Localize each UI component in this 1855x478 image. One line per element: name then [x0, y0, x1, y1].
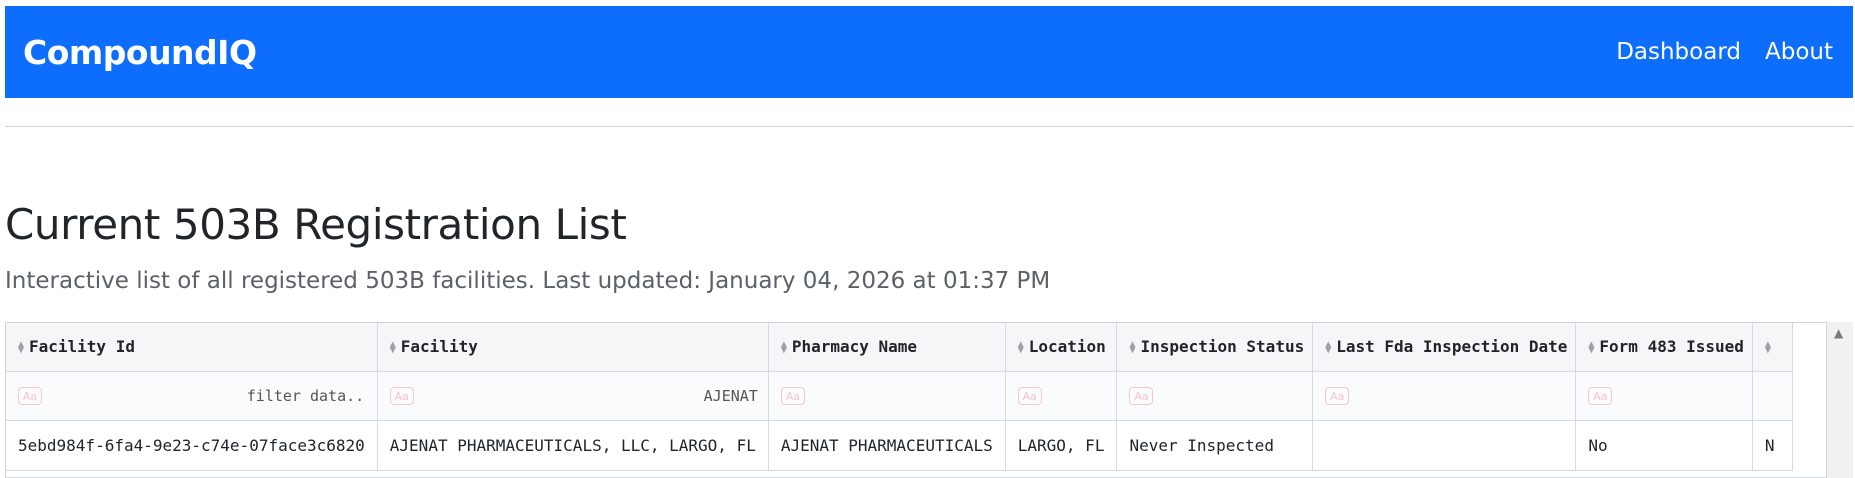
filter-cell-truncated — [1752, 371, 1793, 421]
sort-arrows-icon[interactable]: ▲ ▼ — [1588, 339, 1597, 355]
match-case-icon[interactable]: Aa — [1017, 386, 1042, 405]
navbar: CompoundIQ Dashboard About — [5, 6, 1853, 98]
header-row: ▲ ▼ Facility Id ▲ ▼ Facility ▲ ▼ Pharmacy Name… — [6, 323, 1793, 372]
match-case-icon[interactable]: Aa — [780, 386, 805, 405]
filter-cell-location: Aa — [1005, 371, 1118, 421]
sort-arrows-icon[interactable]: ▲ ▼ — [18, 339, 27, 355]
filter-cell-facility: Aa — [377, 371, 769, 421]
sort-arrows-icon[interactable]: ▲ ▼ — [1129, 339, 1138, 355]
cell-last-fda-inspection-date — [1312, 420, 1577, 471]
cell-pharmacy-name: AJENAT PHARMACEUTICALS — [768, 420, 1006, 471]
match-case-icon[interactable]: Aa — [18, 386, 42, 405]
registration-table-container: ▲ ▼ Facility Id ▲ ▼ Facility ▲ ▼ Pharmacy Name… — [5, 322, 1827, 478]
vertical-scrollbar[interactable]: ▲ — [1827, 322, 1853, 478]
page-title: Current 503B Registration List — [5, 200, 627, 249]
column-header-last-fda-inspection-date[interactable]: ▲ ▼ Last Fda Inspection Date — [1312, 323, 1577, 372]
filter-cell-pharmacy-name: Aa — [768, 371, 1006, 421]
match-case-icon[interactable]: Aa — [1588, 386, 1613, 405]
page-subtitle: Interactive list of all registered 503B … — [5, 268, 1051, 294]
match-case-icon[interactable]: Aa — [1325, 386, 1350, 405]
match-case-icon[interactable]: Aa — [389, 386, 414, 405]
divider — [5, 126, 1853, 127]
filter-cell-last-fda-inspection-date: Aa — [1312, 371, 1577, 421]
filter-cell-inspection-status: Aa — [1116, 371, 1314, 421]
column-header-pharmacy-name[interactable]: ▲ ▼ Pharmacy Name — [768, 323, 1006, 372]
cell-location: LARGO, FL — [1005, 420, 1118, 471]
cell-truncated: N — [1752, 420, 1793, 471]
column-header-form-483-issued[interactable]: ▲ ▼ Form 483 Issued — [1575, 323, 1753, 372]
filter-input-facility-id[interactable] — [246, 386, 367, 405]
scroll-up-arrow-icon[interactable]: ▲ — [1834, 326, 1843, 340]
filter-cell-facility-id: Aa — [6, 371, 378, 421]
nav-link-about[interactable]: About — [1765, 39, 1833, 65]
column-header-truncated[interactable]: ▲ ▼ — [1752, 323, 1793, 372]
sort-arrows-icon[interactable]: ▲ ▼ — [781, 339, 790, 355]
filter-input-facility[interactable] — [637, 386, 758, 405]
column-header-location[interactable]: ▲ ▼ Location — [1005, 323, 1118, 372]
registration-table: ▲ ▼ Facility Id ▲ ▼ Facility ▲ ▼ Pharmacy Name… — [6, 323, 1793, 471]
cell-facility: AJENAT PHARMACEUTICALS, LLC, LARGO, FL — [377, 420, 769, 471]
column-header-facility-id[interactable]: ▲ ▼ Facility Id — [6, 323, 378, 372]
filter-row: Aa Aa Aa Aa Aa Aa Aa — [6, 371, 1793, 421]
filter-cell-form-483-issued: Aa — [1575, 371, 1753, 421]
brand-logo[interactable]: CompoundIQ — [23, 33, 257, 72]
sort-arrows-icon[interactable]: ▲ ▼ — [1765, 339, 1774, 355]
cell-form-483-issued: No — [1575, 420, 1753, 471]
sort-arrows-icon[interactable]: ▲ ▼ — [1325, 339, 1334, 355]
sort-arrows-icon[interactable]: ▲ ▼ — [390, 339, 399, 355]
column-header-inspection-status[interactable]: ▲ ▼ Inspection Status — [1116, 323, 1314, 372]
cell-facility-id: 5ebd984f-6fa4-9e23-c74e-07face3c6820 — [6, 420, 378, 471]
column-header-facility[interactable]: ▲ ▼ Facility — [377, 323, 769, 372]
table-row[interactable]: 5ebd984f-6fa4-9e23-c74e-07face3c6820 AJE… — [6, 420, 1793, 471]
nav-links: Dashboard About — [1616, 39, 1833, 65]
cell-inspection-status: Never Inspected — [1116, 420, 1314, 471]
sort-arrows-icon[interactable]: ▲ ▼ — [1018, 339, 1027, 355]
nav-link-dashboard[interactable]: Dashboard — [1616, 39, 1741, 65]
match-case-icon[interactable]: Aa — [1129, 386, 1154, 405]
